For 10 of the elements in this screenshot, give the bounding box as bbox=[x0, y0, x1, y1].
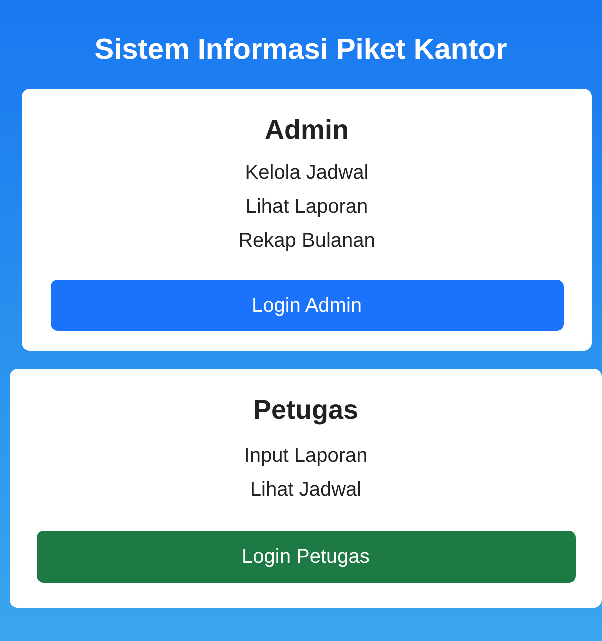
feature-item: Lihat Laporan bbox=[246, 195, 368, 220]
feature-item: Rekap Bulanan bbox=[238, 229, 376, 254]
feature-item: Kelola Jadwal bbox=[245, 161, 369, 186]
card-heading: Admin bbox=[265, 114, 349, 147]
feature-item: Input Laporan bbox=[244, 444, 368, 469]
app-title: Sistem Informasi Piket Kantor bbox=[94, 33, 508, 68]
card-heading: Petugas bbox=[253, 394, 359, 427]
feature-item: Lihat Jadwal bbox=[250, 478, 362, 503]
login-button[interactable]: Login Petugas bbox=[36, 531, 576, 583]
login-button[interactable]: Login Admin bbox=[50, 280, 564, 331]
